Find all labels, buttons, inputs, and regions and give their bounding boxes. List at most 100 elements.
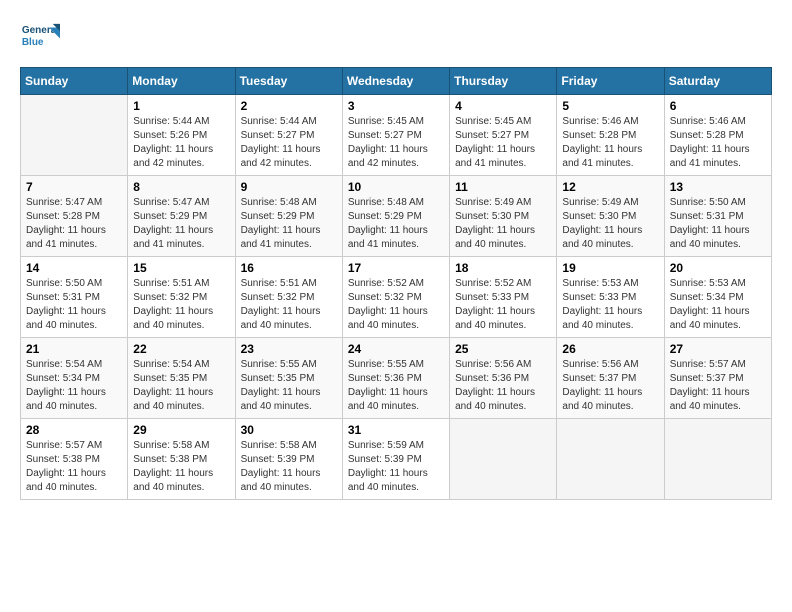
day-info: Sunrise: 5:51 AM Sunset: 5:32 PM Dayligh… xyxy=(241,278,321,331)
day-number: 15 xyxy=(133,261,229,275)
day-info: Sunrise: 5:55 AM Sunset: 5:36 PM Dayligh… xyxy=(348,359,428,412)
day-info: Sunrise: 5:49 AM Sunset: 5:30 PM Dayligh… xyxy=(562,197,642,250)
calendar-table: SundayMondayTuesdayWednesdayThursdayFrid… xyxy=(20,67,772,500)
calendar-cell: 14 Sunrise: 5:50 AM Sunset: 5:31 PM Dayl… xyxy=(21,257,128,338)
day-info: Sunrise: 5:52 AM Sunset: 5:32 PM Dayligh… xyxy=(348,278,428,331)
day-info: Sunrise: 5:48 AM Sunset: 5:29 PM Dayligh… xyxy=(241,197,321,250)
day-number: 2 xyxy=(241,99,337,113)
calendar-cell: 3 Sunrise: 5:45 AM Sunset: 5:27 PM Dayli… xyxy=(342,95,449,176)
day-info: Sunrise: 5:56 AM Sunset: 5:36 PM Dayligh… xyxy=(455,359,535,412)
calendar-cell: 5 Sunrise: 5:46 AM Sunset: 5:28 PM Dayli… xyxy=(557,95,664,176)
day-info: Sunrise: 5:50 AM Sunset: 5:31 PM Dayligh… xyxy=(670,197,750,250)
day-number: 1 xyxy=(133,99,229,113)
week-row-1: 7 Sunrise: 5:47 AM Sunset: 5:28 PM Dayli… xyxy=(21,176,772,257)
day-number: 16 xyxy=(241,261,337,275)
logo-icon: General Blue xyxy=(20,20,60,55)
calendar-cell: 12 Sunrise: 5:49 AM Sunset: 5:30 PM Dayl… xyxy=(557,176,664,257)
day-info: Sunrise: 5:56 AM Sunset: 5:37 PM Dayligh… xyxy=(562,359,642,412)
day-number: 23 xyxy=(241,342,337,356)
calendar-cell: 8 Sunrise: 5:47 AM Sunset: 5:29 PM Dayli… xyxy=(128,176,235,257)
week-row-2: 14 Sunrise: 5:50 AM Sunset: 5:31 PM Dayl… xyxy=(21,257,772,338)
day-info: Sunrise: 5:46 AM Sunset: 5:28 PM Dayligh… xyxy=(670,116,750,169)
weekday-header-tuesday: Tuesday xyxy=(235,68,342,95)
weekday-header-thursday: Thursday xyxy=(450,68,557,95)
weekday-header-sunday: Sunday xyxy=(21,68,128,95)
calendar-cell: 2 Sunrise: 5:44 AM Sunset: 5:27 PM Dayli… xyxy=(235,95,342,176)
day-number: 17 xyxy=(348,261,444,275)
day-info: Sunrise: 5:45 AM Sunset: 5:27 PM Dayligh… xyxy=(348,116,428,169)
calendar-cell: 17 Sunrise: 5:52 AM Sunset: 5:32 PM Dayl… xyxy=(342,257,449,338)
calendar-cell: 19 Sunrise: 5:53 AM Sunset: 5:33 PM Dayl… xyxy=(557,257,664,338)
svg-text:Blue: Blue xyxy=(22,37,44,48)
day-number: 20 xyxy=(670,261,766,275)
calendar-cell: 29 Sunrise: 5:58 AM Sunset: 5:38 PM Dayl… xyxy=(128,419,235,500)
day-number: 7 xyxy=(26,180,122,194)
calendar-cell: 24 Sunrise: 5:55 AM Sunset: 5:36 PM Dayl… xyxy=(342,338,449,419)
calendar-cell xyxy=(21,95,128,176)
calendar-cell: 1 Sunrise: 5:44 AM Sunset: 5:26 PM Dayli… xyxy=(128,95,235,176)
page-header: General Blue xyxy=(20,20,772,55)
calendar-cell: 11 Sunrise: 5:49 AM Sunset: 5:30 PM Dayl… xyxy=(450,176,557,257)
day-number: 8 xyxy=(133,180,229,194)
day-number: 30 xyxy=(241,423,337,437)
day-info: Sunrise: 5:44 AM Sunset: 5:26 PM Dayligh… xyxy=(133,116,213,169)
day-info: Sunrise: 5:47 AM Sunset: 5:28 PM Dayligh… xyxy=(26,197,106,250)
day-info: Sunrise: 5:53 AM Sunset: 5:33 PM Dayligh… xyxy=(562,278,642,331)
calendar-cell: 31 Sunrise: 5:59 AM Sunset: 5:39 PM Dayl… xyxy=(342,419,449,500)
calendar-cell: 18 Sunrise: 5:52 AM Sunset: 5:33 PM Dayl… xyxy=(450,257,557,338)
day-number: 31 xyxy=(348,423,444,437)
calendar-cell: 15 Sunrise: 5:51 AM Sunset: 5:32 PM Dayl… xyxy=(128,257,235,338)
day-number: 10 xyxy=(348,180,444,194)
day-number: 18 xyxy=(455,261,551,275)
calendar-cell: 28 Sunrise: 5:57 AM Sunset: 5:38 PM Dayl… xyxy=(21,419,128,500)
day-info: Sunrise: 5:54 AM Sunset: 5:35 PM Dayligh… xyxy=(133,359,213,412)
day-number: 6 xyxy=(670,99,766,113)
day-info: Sunrise: 5:47 AM Sunset: 5:29 PM Dayligh… xyxy=(133,197,213,250)
calendar-cell: 25 Sunrise: 5:56 AM Sunset: 5:36 PM Dayl… xyxy=(450,338,557,419)
calendar-cell: 16 Sunrise: 5:51 AM Sunset: 5:32 PM Dayl… xyxy=(235,257,342,338)
day-number: 19 xyxy=(562,261,658,275)
day-number: 4 xyxy=(455,99,551,113)
calendar-cell: 10 Sunrise: 5:48 AM Sunset: 5:29 PM Dayl… xyxy=(342,176,449,257)
weekday-header-monday: Monday xyxy=(128,68,235,95)
day-number: 27 xyxy=(670,342,766,356)
logo: General Blue xyxy=(20,20,64,55)
day-info: Sunrise: 5:50 AM Sunset: 5:31 PM Dayligh… xyxy=(26,278,106,331)
day-info: Sunrise: 5:57 AM Sunset: 5:37 PM Dayligh… xyxy=(670,359,750,412)
day-info: Sunrise: 5:49 AM Sunset: 5:30 PM Dayligh… xyxy=(455,197,535,250)
day-number: 25 xyxy=(455,342,551,356)
calendar-cell: 22 Sunrise: 5:54 AM Sunset: 5:35 PM Dayl… xyxy=(128,338,235,419)
calendar-cell: 9 Sunrise: 5:48 AM Sunset: 5:29 PM Dayli… xyxy=(235,176,342,257)
day-number: 22 xyxy=(133,342,229,356)
day-info: Sunrise: 5:54 AM Sunset: 5:34 PM Dayligh… xyxy=(26,359,106,412)
weekday-header-friday: Friday xyxy=(557,68,664,95)
day-number: 12 xyxy=(562,180,658,194)
calendar-cell: 7 Sunrise: 5:47 AM Sunset: 5:28 PM Dayli… xyxy=(21,176,128,257)
calendar-cell: 4 Sunrise: 5:45 AM Sunset: 5:27 PM Dayli… xyxy=(450,95,557,176)
day-info: Sunrise: 5:57 AM Sunset: 5:38 PM Dayligh… xyxy=(26,440,106,493)
calendar-cell: 23 Sunrise: 5:55 AM Sunset: 5:35 PM Dayl… xyxy=(235,338,342,419)
weekday-header-saturday: Saturday xyxy=(664,68,771,95)
day-number: 14 xyxy=(26,261,122,275)
day-number: 9 xyxy=(241,180,337,194)
day-info: Sunrise: 5:59 AM Sunset: 5:39 PM Dayligh… xyxy=(348,440,428,493)
calendar-cell xyxy=(450,419,557,500)
day-info: Sunrise: 5:53 AM Sunset: 5:34 PM Dayligh… xyxy=(670,278,750,331)
day-info: Sunrise: 5:45 AM Sunset: 5:27 PM Dayligh… xyxy=(455,116,535,169)
calendar-cell: 6 Sunrise: 5:46 AM Sunset: 5:28 PM Dayli… xyxy=(664,95,771,176)
day-number: 24 xyxy=(348,342,444,356)
day-info: Sunrise: 5:51 AM Sunset: 5:32 PM Dayligh… xyxy=(133,278,213,331)
day-info: Sunrise: 5:58 AM Sunset: 5:38 PM Dayligh… xyxy=(133,440,213,493)
day-number: 26 xyxy=(562,342,658,356)
day-info: Sunrise: 5:46 AM Sunset: 5:28 PM Dayligh… xyxy=(562,116,642,169)
calendar-cell: 21 Sunrise: 5:54 AM Sunset: 5:34 PM Dayl… xyxy=(21,338,128,419)
day-number: 21 xyxy=(26,342,122,356)
calendar-cell: 27 Sunrise: 5:57 AM Sunset: 5:37 PM Dayl… xyxy=(664,338,771,419)
calendar-cell xyxy=(664,419,771,500)
day-info: Sunrise: 5:48 AM Sunset: 5:29 PM Dayligh… xyxy=(348,197,428,250)
week-row-4: 28 Sunrise: 5:57 AM Sunset: 5:38 PM Dayl… xyxy=(21,419,772,500)
day-info: Sunrise: 5:58 AM Sunset: 5:39 PM Dayligh… xyxy=(241,440,321,493)
calendar-cell: 13 Sunrise: 5:50 AM Sunset: 5:31 PM Dayl… xyxy=(664,176,771,257)
day-number: 5 xyxy=(562,99,658,113)
weekday-header-wednesday: Wednesday xyxy=(342,68,449,95)
